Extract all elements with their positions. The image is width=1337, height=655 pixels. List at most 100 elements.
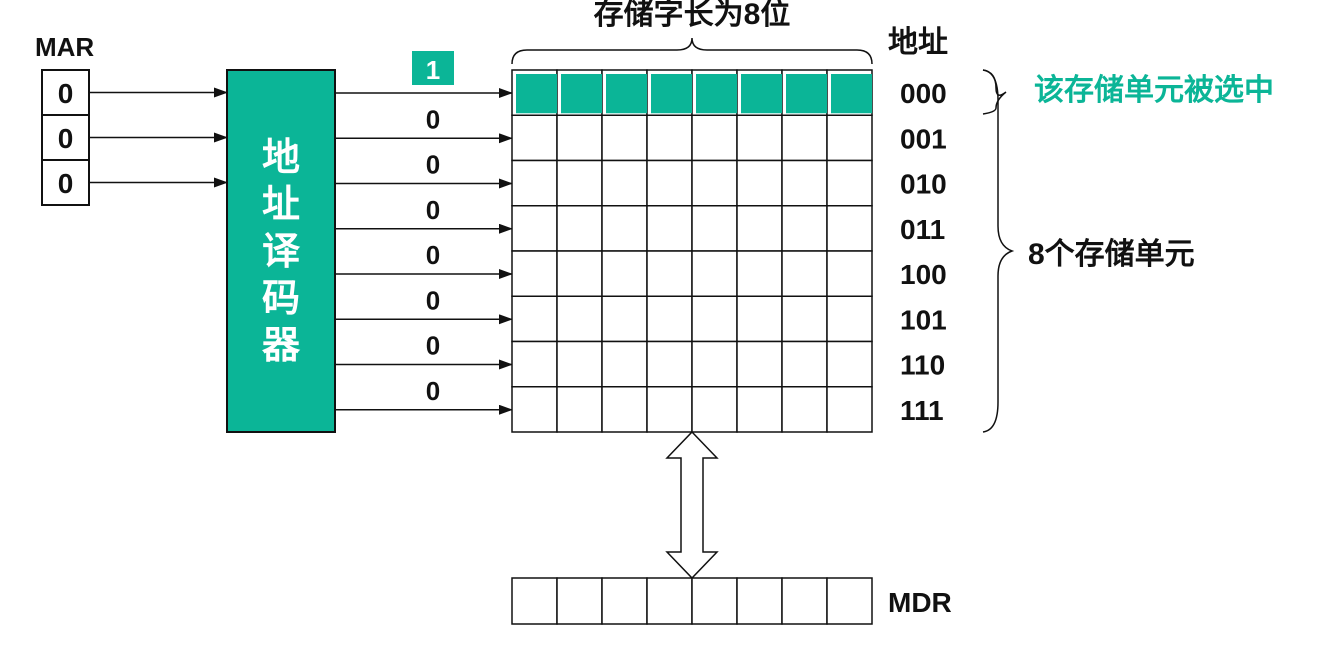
memory-bit-cell bbox=[736, 295, 783, 343]
select-line-value: 1 bbox=[426, 55, 440, 85]
storage-units-note: 8个存储单元 bbox=[1028, 238, 1195, 271]
mdr-bit-cell bbox=[781, 577, 828, 625]
memory-bit-cell bbox=[646, 340, 693, 388]
memory-bit-cell bbox=[781, 114, 828, 162]
word-length-brace bbox=[511, 37, 873, 65]
selected-bit-cell bbox=[561, 74, 602, 114]
memory-bit-cell bbox=[511, 159, 558, 207]
memory-bit-cell bbox=[781, 250, 828, 297]
mar-bit-value: 0 bbox=[58, 123, 74, 154]
memory-bit-cell bbox=[511, 295, 558, 343]
memory-bit-cell bbox=[601, 250, 648, 297]
address-value: 110 bbox=[900, 350, 945, 381]
address-value: 111 bbox=[900, 395, 944, 426]
memory-bit-cell bbox=[691, 205, 738, 252]
memory-bit-cell bbox=[511, 205, 558, 252]
select-line-value: 0 bbox=[426, 104, 440, 134]
address-header: 地址 bbox=[888, 26, 948, 59]
selected-bit-cell bbox=[831, 74, 872, 114]
address-decoder-label: 地址译码器 bbox=[262, 137, 301, 367]
memory-bit-cell bbox=[646, 386, 693, 433]
word-length-label: 存储字长为8位 bbox=[594, 0, 791, 31]
memory-bit-cell bbox=[736, 340, 783, 388]
memory-bit-cell bbox=[826, 250, 873, 297]
memory-bit-cell bbox=[556, 340, 603, 388]
mar-bit-value: 0 bbox=[58, 168, 74, 199]
memory-bit-cell bbox=[691, 386, 738, 433]
memory-bit-cell bbox=[736, 205, 783, 252]
mdr-bit-cell bbox=[601, 577, 648, 625]
mar-bit-value: 0 bbox=[58, 78, 74, 109]
memory-bit-cell bbox=[601, 159, 648, 207]
selected-bit-cell bbox=[741, 74, 782, 114]
memory-bit-cell bbox=[601, 295, 648, 343]
selected-brace bbox=[982, 69, 1007, 115]
address-value: 000 bbox=[900, 78, 947, 109]
selected-bit-cell bbox=[651, 74, 692, 114]
memory-array bbox=[511, 69, 873, 433]
memory-bit-cell bbox=[691, 295, 738, 343]
decoder-char: 码 bbox=[262, 278, 300, 320]
memory-bit-cell bbox=[691, 250, 738, 297]
memory-bit-cell bbox=[511, 340, 558, 388]
select-lines: 1 0 0 0 0 0 0 0 bbox=[335, 51, 513, 415]
selected-bit-cell bbox=[696, 74, 737, 114]
memory-bit-cell bbox=[646, 250, 693, 297]
decoder-char: 器 bbox=[262, 325, 301, 367]
mar-label: MAR bbox=[35, 32, 94, 62]
memory-bit-cell bbox=[826, 114, 873, 162]
memory-bit-cell bbox=[511, 250, 558, 297]
select-line-value: 0 bbox=[426, 240, 440, 270]
mdr-register bbox=[511, 577, 873, 625]
memory-bit-cell bbox=[781, 340, 828, 388]
memory-bit-cell bbox=[736, 114, 783, 162]
mar-to-decoder-lines bbox=[89, 87, 228, 188]
memory-bit-cell bbox=[781, 295, 828, 343]
memory-bit-cell bbox=[781, 386, 828, 433]
selected-bit-cell bbox=[516, 74, 557, 114]
memory-bit-cell bbox=[781, 159, 828, 207]
data-bus-arrow bbox=[665, 430, 719, 580]
mar-register: 0 0 0 bbox=[41, 69, 90, 206]
memory-bit-cell bbox=[736, 250, 783, 297]
select-line-value: 0 bbox=[426, 376, 440, 406]
memory-bit-cell bbox=[826, 205, 873, 252]
memory-bit-cell bbox=[691, 114, 738, 162]
address-list: 000 001 010 011 100 101 110 111 bbox=[900, 78, 947, 426]
memory-bit-cell bbox=[646, 159, 693, 207]
memory-bit-cell bbox=[646, 114, 693, 162]
mdr-bit-cell bbox=[556, 577, 603, 625]
select-line-value: 0 bbox=[426, 285, 440, 315]
memory-bit-cell bbox=[736, 159, 783, 207]
memory-bit-cell bbox=[601, 205, 648, 252]
memory-bit-cell bbox=[601, 114, 648, 162]
memory-bit-cell bbox=[691, 340, 738, 388]
decoder-char: 址 bbox=[262, 184, 300, 226]
select-line-value: 0 bbox=[426, 150, 440, 180]
memory-bit-cell bbox=[556, 159, 603, 207]
memory-bit-cell bbox=[601, 386, 648, 433]
decoder-char: 地 bbox=[262, 137, 300, 179]
memory-bit-cell bbox=[556, 386, 603, 433]
memory-bit-cell bbox=[646, 295, 693, 343]
memory-bit-cell bbox=[556, 114, 603, 162]
address-value: 011 bbox=[900, 214, 945, 245]
memory-bit-cell bbox=[556, 295, 603, 343]
mdr-bit-cell bbox=[646, 577, 693, 625]
memory-bit-cell bbox=[556, 250, 603, 297]
memory-addressing-diagram: 存储字长为8位 MAR 000 地址译码器 10000000 地址 000001… bbox=[35, 0, 1274, 625]
address-value: 010 bbox=[900, 169, 947, 200]
decoder-char: 译 bbox=[262, 231, 301, 273]
memory-bit-cell bbox=[511, 386, 558, 433]
storage-units-brace bbox=[982, 69, 1015, 433]
mdr-bit-cell bbox=[826, 577, 873, 625]
memory-bit-cell bbox=[511, 114, 558, 162]
memory-bit-cell bbox=[826, 386, 873, 433]
memory-bit-cell bbox=[691, 159, 738, 207]
memory-bit-cell bbox=[736, 386, 783, 433]
selected-note: 该存储单元被选中 bbox=[1034, 74, 1274, 107]
select-line-value: 0 bbox=[426, 195, 440, 225]
memory-bit-cell bbox=[826, 159, 873, 207]
address-value: 101 bbox=[900, 304, 947, 335]
mdr-bit-cell bbox=[736, 577, 783, 625]
